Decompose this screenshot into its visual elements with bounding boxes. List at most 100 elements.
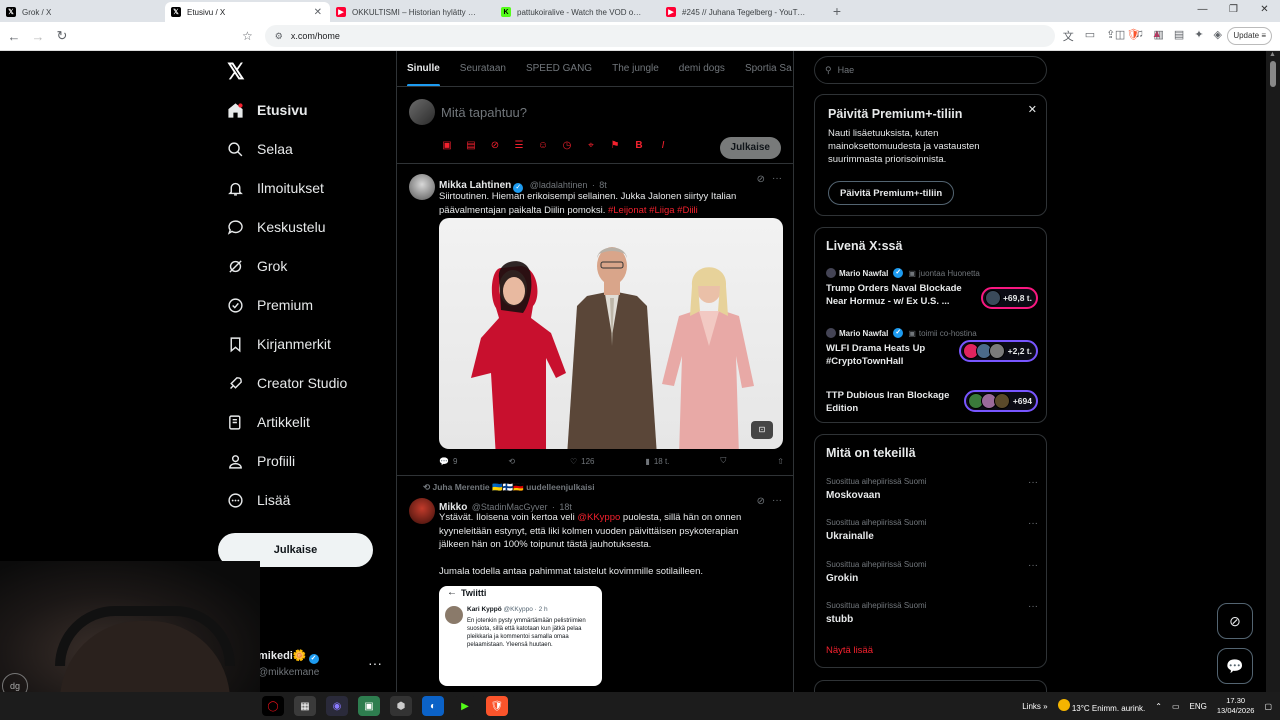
search-input[interactable]: ⚲ Hae — [814, 56, 1047, 84]
leo-ai-icon[interactable]: ✦ — [1194, 28, 1203, 41]
nav-item-bookmarks[interactable]: Kirjanmerkit — [226, 329, 331, 359]
shield-icon[interactable]: ⬢ — [390, 696, 412, 716]
embedded-screenshot[interactable]: ← Twiitti Kari Kyppö @KKyppo · 2 h En jo… — [439, 586, 602, 686]
tweet-image[interactable]: ⊡ — [439, 218, 783, 449]
close-tab-icon[interactable]: ✕ — [314, 7, 322, 18]
gif-icon[interactable]: ▤ — [465, 140, 477, 151]
tab-following[interactable]: Seurataan — [450, 51, 516, 86]
close-icon[interactable]: ✕ — [1028, 103, 1037, 116]
forward-icon[interactable]: → — [28, 29, 48, 44]
trend-item[interactable]: Suosittua aihepiirissä Suomi Ukrainalle … — [826, 518, 1038, 542]
bold-icon[interactable]: B — [633, 140, 645, 151]
app-icon[interactable]: ▣ — [358, 696, 380, 716]
nav-item-more[interactable]: Lisää — [226, 485, 290, 515]
close-window-icon[interactable]: ✕ — [1249, 0, 1280, 20]
more-icon[interactable]: ··· — [1028, 518, 1038, 529]
repost-button[interactable]: ⟲ — [508, 456, 519, 466]
minimize-icon[interactable]: — — [1187, 0, 1218, 20]
app-icon[interactable]: ▦ — [294, 696, 316, 716]
site-info-icon[interactable]: ⚙ — [275, 31, 283, 42]
avatar[interactable] — [409, 498, 435, 524]
browser-tab-active[interactable]: 𝕏 Etusivu / X ✕ — [165, 2, 330, 22]
mention-link[interactable]: @KKyppo — [577, 512, 620, 523]
links-toolbar[interactable]: Links » — [1022, 702, 1047, 711]
views-button[interactable]: ▮ 18 t. — [645, 456, 669, 466]
emoji-icon[interactable]: ☺ — [537, 140, 549, 151]
cast-icon[interactable]: ▭ — [1085, 28, 1095, 44]
trend-item[interactable]: Suosittua aihepiirissä Suomi Moskovaan ·… — [826, 477, 1038, 501]
nav-item-notifications[interactable]: Ilmoitukset — [226, 173, 324, 203]
page-scrollbar[interactable]: ▲ — [1266, 51, 1280, 692]
tab-list[interactable]: demi dogs — [669, 51, 735, 86]
avatar[interactable] — [409, 174, 435, 200]
extension-icon[interactable]: ◫ — [1115, 28, 1125, 41]
clock[interactable]: 17.30 13/04/2026 — [1217, 696, 1255, 716]
obs-icon[interactable]: ◉ — [326, 696, 348, 716]
grok-icon[interactable]: ⊘ — [757, 496, 765, 507]
address-bar[interactable]: ⚙ x.com/home — [264, 25, 1055, 47]
network-icon[interactable]: ▭ — [1172, 702, 1180, 711]
browser-tab[interactable]: ▶ OKKULTISMI – Historian hylätty totuus … — [330, 2, 495, 22]
tray-chevron-icon[interactable]: ⌃ — [1155, 702, 1162, 711]
composer-input[interactable]: Mitä tapahtuu? — [441, 105, 527, 120]
more-icon[interactable]: ··· — [772, 495, 782, 506]
browser-tab[interactable]: ▶ #245 // Juhana Tegelberg - YouTube — [660, 2, 825, 22]
schedule-icon[interactable]: ◷ — [561, 140, 573, 151]
more-icon[interactable]: ··· — [1028, 477, 1038, 488]
brave-icon[interactable]: 🛡 — [486, 696, 508, 716]
hashtags[interactable]: #Leijonat #Liiga #Diili — [608, 205, 698, 216]
browser-tab[interactable]: 𝕏 Grok / X — [0, 2, 165, 22]
author-handle[interactable]: @ladalahtinen — [530, 180, 588, 190]
browser-tab[interactable]: K pattukoiralive - Watch the VOD on Kick — [495, 2, 660, 22]
tweet[interactable]: ⟲ Juha Merentie 🇺🇦🇫🇮🇩🇪 uudelleenjulkaisi… — [397, 476, 793, 692]
scroll-up-icon[interactable]: ▲ — [1269, 51, 1276, 58]
live-space-item[interactable]: Mario Nawfal ✓ ▣ juontaa Huonetta Trump Ord… — [826, 268, 1038, 309]
live-space-item[interactable]: Mario Nawfal ✓ ▣ toimii co-hostina WLFI Dra… — [826, 328, 1038, 368]
grok-icon[interactable]: ⊘ — [489, 140, 501, 151]
avatar[interactable] — [409, 99, 435, 125]
italic-icon[interactable]: I — [657, 140, 669, 151]
poll-icon[interactable]: ☰ — [513, 140, 525, 151]
reload-icon[interactable]: ↻ — [52, 28, 72, 44]
show-more-link[interactable]: Näytä lisää — [826, 645, 873, 656]
update-button[interactable]: Update ≡ — [1227, 27, 1272, 45]
nav-item-premium[interactable]: Premium — [226, 290, 313, 320]
bookmark-page-icon[interactable]: ☆ — [242, 29, 253, 43]
scrollbar-thumb[interactable] — [1270, 61, 1276, 87]
repost-label[interactable]: Juha Merentie 🇺🇦🇫🇮🇩🇪 uudelleenjulkaisi — [433, 482, 595, 492]
play-icon[interactable]: ▶ — [454, 696, 476, 716]
image-icon[interactable]: ▣ — [441, 140, 453, 151]
grok-float-button[interactable]: ⊘ — [1217, 603, 1253, 639]
reading-list-icon[interactable]: ▤ — [1174, 28, 1184, 41]
tab-list[interactable]: Sportia Sa — [735, 51, 793, 86]
weather-widget[interactable]: 13°C Enimm. aurink. — [1057, 699, 1145, 713]
nav-item-profile[interactable]: Profiili — [226, 446, 295, 476]
grok-icon[interactable]: ⊘ — [757, 174, 765, 185]
new-tab-button[interactable]: + — [825, 2, 849, 22]
like-button[interactable]: ♡ 126 — [570, 456, 595, 466]
timestamp[interactable]: 8t — [599, 180, 607, 190]
tab-for-you[interactable]: Sinulle — [397, 51, 450, 86]
back-icon[interactable]: ← — [4, 29, 24, 44]
nav-item-home[interactable]: Etusivu — [226, 95, 308, 125]
share-button[interactable]: ⇧ — [777, 456, 784, 466]
vpn-icon[interactable]: ◈ — [1214, 28, 1222, 41]
nav-item-explore[interactable]: Selaa — [226, 134, 293, 164]
composer-post-button[interactable]: Julkaise — [719, 137, 781, 159]
maximize-icon[interactable]: ❐ — [1218, 0, 1249, 20]
tweet[interactable]: Mikka Lahtinen ✓ @ladalahtinen · 8t ⊘ ···… — [397, 164, 793, 476]
location-icon[interactable]: ⌖ — [585, 140, 597, 151]
music-icon[interactable]: ♫ — [1135, 28, 1143, 41]
account-switcher[interactable]: mikedi🌼 ✓ @mikkemane — [258, 649, 321, 678]
language-indicator[interactable]: ENG — [1190, 702, 1207, 711]
translate-icon[interactable]: 文 — [1063, 28, 1074, 44]
trend-item[interactable]: Suosittua aihepiirissä Suomi stubb ··· — [826, 601, 1038, 625]
more-icon[interactable]: ··· — [1028, 601, 1038, 612]
trend-item[interactable]: Suosittua aihepiirissä Suomi Grokin ··· — [826, 560, 1038, 584]
nav-item-articles[interactable]: Artikkelit — [226, 407, 310, 437]
sidebar-icon[interactable]: ▥ — [1154, 28, 1164, 41]
more-icon[interactable]: ··· — [1028, 560, 1038, 571]
x-logo-icon[interactable]: 𝕏 — [227, 59, 245, 85]
notification-icon[interactable]: ▢ — [1264, 702, 1272, 711]
tab-list[interactable]: The jungle — [602, 51, 669, 86]
